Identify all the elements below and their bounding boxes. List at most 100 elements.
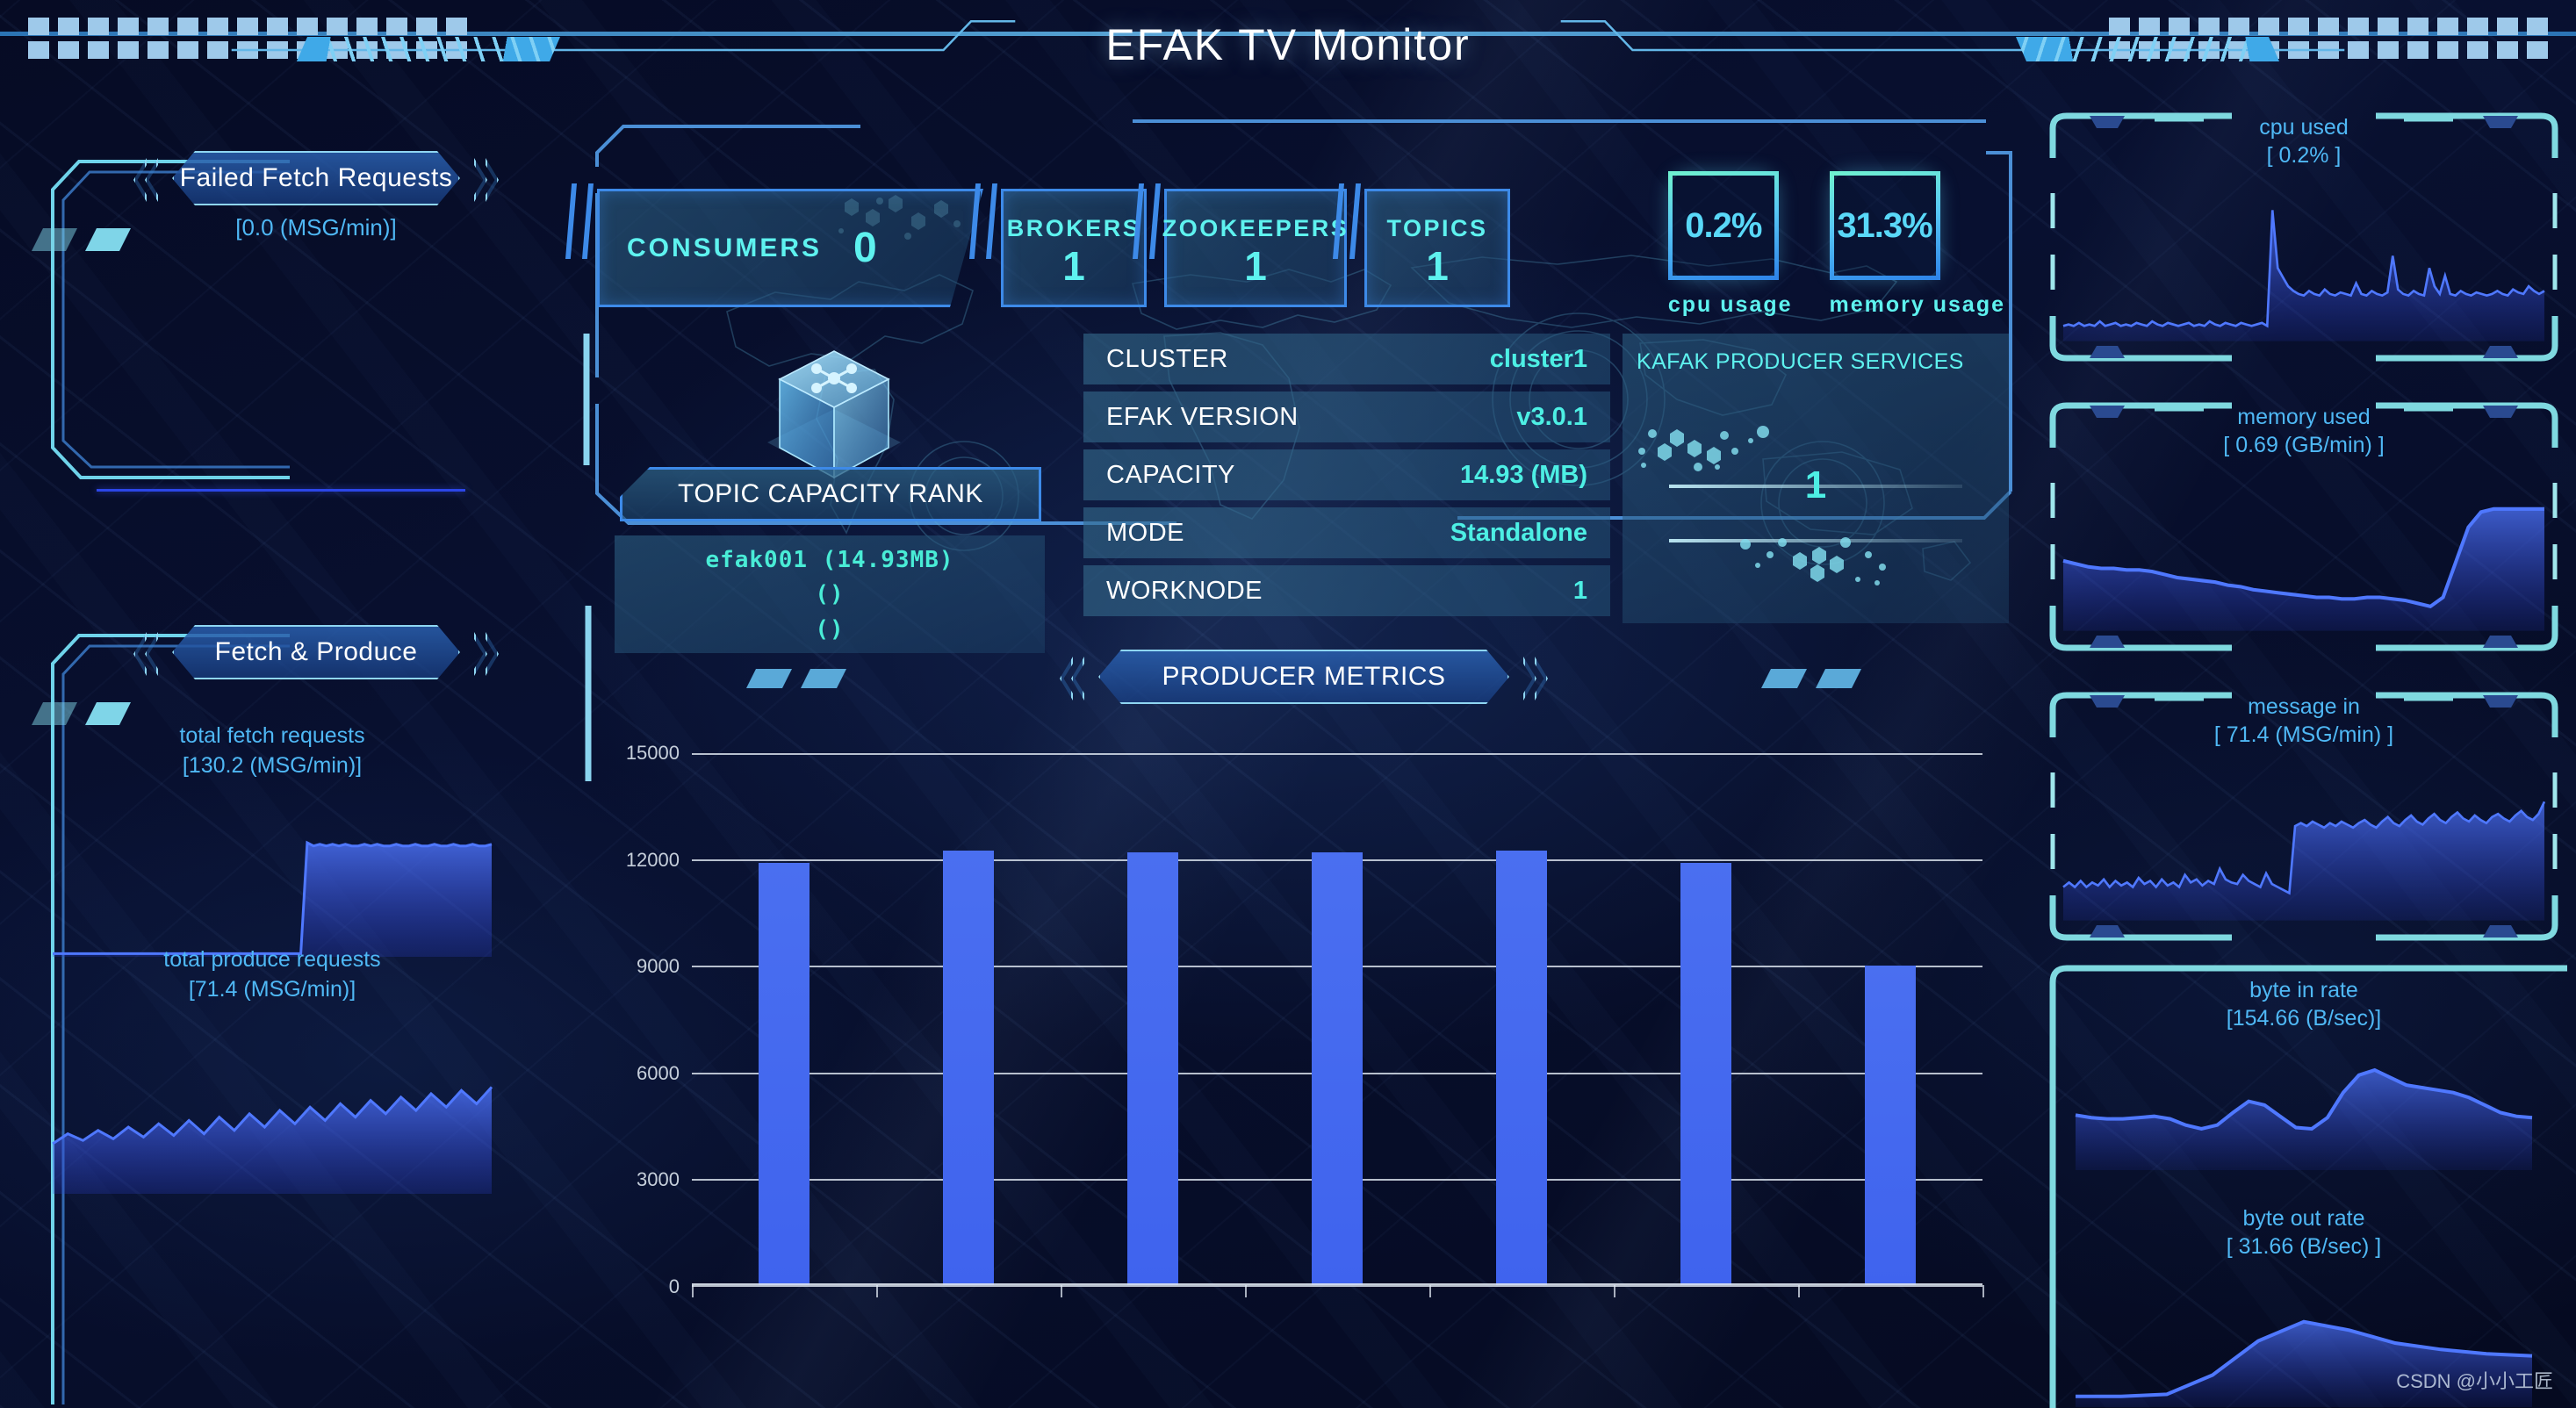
failed-fetch-baseline [97, 489, 465, 492]
table-row: WORKNODE 1 [1083, 565, 1610, 616]
list-item: () [815, 581, 845, 608]
chart-y-tick-label: 6000 [637, 1061, 680, 1084]
chart-bar [1496, 851, 1547, 1285]
stat-consumers-label: CONSUMERS [627, 233, 823, 262]
fetch-produce-title-label: Fetch & Produce [214, 637, 418, 666]
chevron-left-icon [1060, 657, 1083, 697]
panel-memory-used-label: memory used [2237, 405, 2371, 429]
chart-x-axis [692, 1283, 1982, 1285]
producer-metrics-chart: 0 3000 6000 9000 12000 15000 [586, 729, 2009, 1343]
producer-metrics-title: PRODUCER METRICS [1058, 650, 1550, 704]
panel-memory-used-title: memory used [ 0.69 (GB/min) ] [2040, 404, 2567, 459]
producer-metrics-label: PRODUCER METRICS [1162, 662, 1446, 691]
cpu-used-sparkline [2062, 210, 2545, 341]
stat-consumers-value: 0 [853, 224, 877, 271]
stat-zookeepers-label: ZOOKEEPERS [1162, 215, 1349, 241]
table-row: EFAK VERSION v3.0.1 [1083, 392, 1610, 442]
panel-message-in-value: [ 71.4 (MSG/min) ] [2213, 722, 2394, 747]
info-key: CLUSTER [1106, 344, 1228, 373]
panel-cpu-used: cpu used [ 0.2% ] [2040, 105, 2567, 369]
list-item: efak001 (14.93MB) [705, 547, 954, 573]
cluster-stats-row: CONSUMERS 0 BROKERS 1 ZOOKEEPERS 1 TOPIC… [565, 183, 1510, 307]
info-value: Standalone [1450, 518, 1587, 547]
panel-byte-out-rate-label: byte out rate [2242, 1206, 2365, 1231]
panel-message-in-label: message in [2248, 694, 2360, 719]
gauge-cpu-usage-value: 0.2% [1685, 205, 1762, 245]
chart-x-tick [1982, 1285, 1984, 1297]
kafka-producer-services-panel: KAFAK PRODUCER SERVICES 1 [1623, 334, 2009, 623]
panel-byte-in-rate-title: byte in rate [154.66 (B/sec)] [2040, 977, 2567, 1032]
table-row: MODE Standalone [1083, 507, 1610, 558]
app-header: EFAK TV Monitor [0, 0, 2576, 101]
chart-y-tick-label: 9000 [637, 955, 680, 978]
chart-y-tick-label: 15000 [625, 742, 680, 764]
chart-bar [943, 851, 994, 1285]
topic-capacity-rank-label: TOPIC CAPACITY RANK [678, 479, 983, 508]
info-key: EFAK VERSION [1106, 402, 1299, 431]
gauge-cpu-usage[interactable]: 0.2% cpu usage [1667, 171, 1793, 318]
chart-bar [1127, 852, 1178, 1285]
chevron-left-icon [133, 158, 156, 198]
failed-fetch-value: [0.0 (MSG/min)] [235, 214, 397, 241]
right-sidebar: cpu used [ 0.2% ] memory used [ 0.69 (GB… [2032, 105, 2576, 1408]
hexagon-cluster-bottom-icon [1740, 537, 1886, 585]
chart-x-tick [1614, 1285, 1615, 1297]
left-sidebar: Failed Fetch Requests [0.0 (MSG/min)] Fe… [0, 105, 544, 1408]
topic-capacity-rank-title: TOPIC CAPACITY RANK [620, 467, 1041, 521]
gauge-memory-usage[interactable]: 31.3% memory usage [1829, 171, 2005, 318]
chart-x-tick [1061, 1285, 1062, 1297]
panel-cpu-used-value: [ 0.2% ] [2266, 142, 2342, 168]
chart-x-tick [1429, 1285, 1431, 1297]
message-in-sparkline [2062, 801, 2546, 921]
gauge-cpu-usage-caption: cpu usage [1667, 292, 1793, 317]
usage-gauges: 0.2% cpu usage 31.3% memory usage [1667, 171, 2005, 318]
chart-bar [1680, 863, 1731, 1285]
list-item: () [815, 615, 845, 643]
panel-message-in: message in [ 71.4 (MSG/min) ] [2040, 685, 2567, 948]
chevron-right-icon [1525, 657, 1548, 697]
panel-memory-used-value: [ 0.69 (GB/min) ] [2223, 432, 2385, 457]
failed-fetch-panel-title: Failed Fetch Requests [132, 151, 500, 205]
csdn-watermark: CSDN @小小工匠 [2396, 1370, 2553, 1392]
topic-capacity-rank-panel: TOPIC CAPACITY RANK efak001 (14.93MB) ()… [597, 334, 1071, 653]
memory-used-sparkline [2062, 506, 2544, 631]
gauge-memory-usage-value: 31.3% [1837, 205, 1932, 245]
total-fetch-requests-sparkline [53, 840, 493, 957]
chart-gridline: 0 [669, 1275, 1982, 1297]
total-produce-requests-sparkline [52, 1086, 493, 1194]
stat-brokers[interactable]: BROKERS 1 [969, 183, 1147, 307]
cluster-info-table: CLUSTER cluster1 EFAK VERSION v3.0.1 CAP… [1083, 334, 1610, 623]
producer-metrics-wing-left-icon [746, 669, 846, 688]
panel-cpu-used-label: cpu used [2259, 115, 2349, 140]
cluster-info-band: TOPIC CAPACITY RANK efak001 (14.93MB) ()… [597, 334, 2011, 653]
info-key: MODE [1106, 518, 1184, 547]
total-produce-requests-label: total produce requests [163, 947, 381, 972]
producer-metrics-wing-right-icon [1761, 669, 1861, 688]
panel-byte-rates: byte in rate [154.66 (B/sec)] byte out r… [2040, 961, 2567, 1408]
kafka-producer-services-title: KAFAK PRODUCER SERVICES [1637, 349, 1964, 374]
chart-y-tick-label: 3000 [637, 1168, 680, 1191]
stat-topics[interactable]: TOPICS 1 [1333, 183, 1510, 307]
chart-x-tick [1245, 1285, 1247, 1297]
panel-cpu-used-title: cpu used [ 0.2% ] [2040, 114, 2567, 169]
topic-capacity-rank-list: efak001 (14.93MB) () () [615, 535, 1045, 653]
info-value: cluster1 [1489, 344, 1587, 373]
info-value: 14.93 (MB) [1459, 460, 1587, 489]
total-produce-requests-value: [71.4 (MSG/min)] [188, 977, 356, 1002]
info-key: WORKNODE [1106, 576, 1263, 605]
chart-y-tick-label: 0 [668, 1275, 680, 1297]
chart-bar [1865, 966, 1916, 1285]
info-key: CAPACITY [1106, 460, 1235, 489]
stat-topics-value: 1 [1426, 243, 1449, 289]
stat-consumers[interactable]: CONSUMERS 0 [565, 183, 983, 307]
kafka-producer-services-value: 1 [1804, 463, 1827, 506]
chart-plot-area: 0 3000 6000 9000 12000 15000 [626, 742, 1984, 1297]
chevron-right-icon [476, 632, 499, 672]
panel-memory-used: memory used [ 0.69 (GB/min) ] [2040, 395, 2567, 658]
fetch-produce-panel-title: Fetch & Produce [132, 625, 500, 679]
chart-y-tick-label: 12000 [625, 848, 680, 871]
chart-bar [1312, 852, 1363, 1285]
panel-byte-out-rate-value: [ 31.66 (B/sec) ] [2226, 1233, 2382, 1259]
table-row: CAPACITY 14.93 (MB) [1083, 449, 1610, 500]
stat-zookeepers[interactable]: ZOOKEEPERS 1 [1133, 183, 1349, 307]
